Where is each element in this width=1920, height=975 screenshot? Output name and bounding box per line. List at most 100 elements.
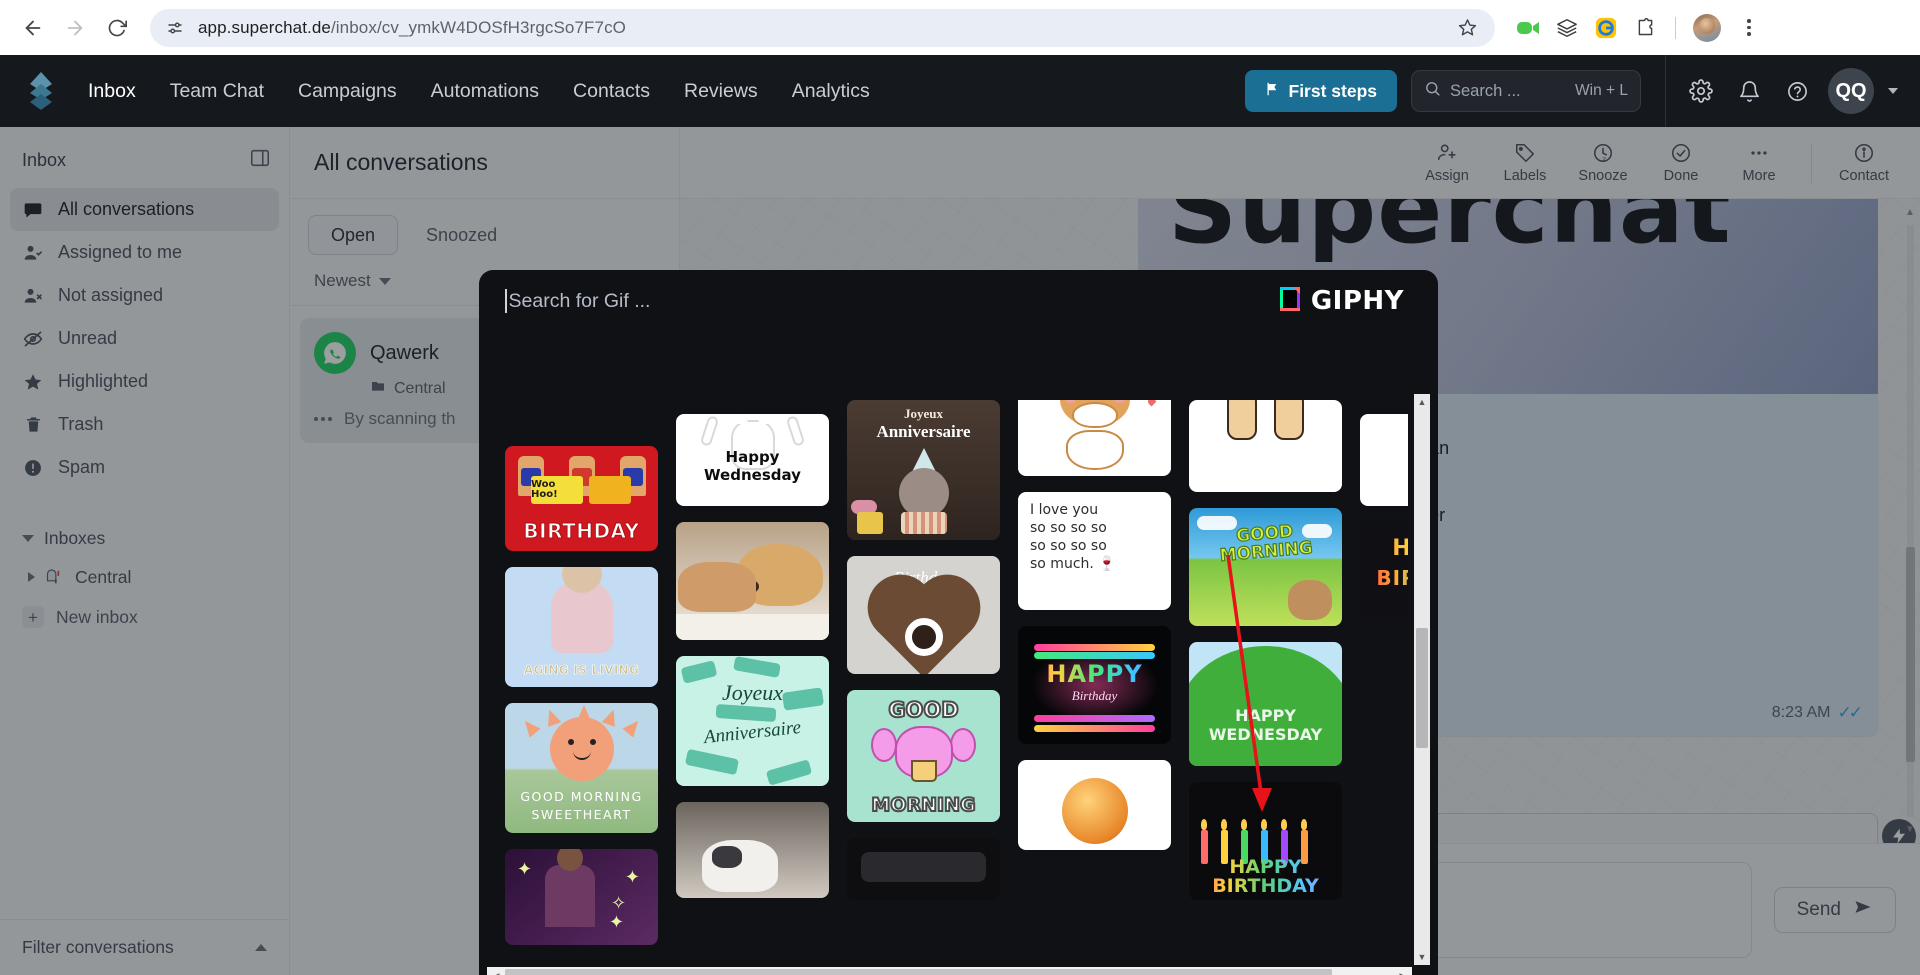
nav-campaigns[interactable]: Campaigns — [298, 80, 397, 103]
scrollbar-track — [505, 969, 1394, 975]
user-avatar[interactable]: QQ — [1828, 68, 1874, 114]
first-steps-button[interactable]: First steps — [1244, 70, 1397, 112]
gif-item[interactable] — [1018, 760, 1171, 850]
gif-caption: HAPPY WEDNESDAY — [1208, 706, 1323, 744]
first-steps-label: First steps — [1288, 80, 1378, 101]
gif-caption: BIRTHDAY — [523, 519, 640, 544]
gif-caption: GOOD MORNING SWEETHEART — [520, 788, 643, 823]
gif-grid: Woo Hoo! BIRTHDAY AGING IS LIVING GOOD M… — [505, 400, 1408, 975]
text-cursor — [505, 289, 507, 313]
gif-column-5: GOOD MORNING HAPPY WEDNESDAY HAPPY BIRTH… — [1189, 400, 1342, 975]
gif-caption: Joyeux — [904, 406, 943, 421]
gif-item[interactable]: GOOD MORNING — [1189, 508, 1342, 626]
gif-caption: GOOD — [887, 697, 959, 723]
gif-item[interactable]: Joyeux Anniversaire — [847, 400, 1000, 540]
gif-search-input[interactable]: Search for Gif ... — [505, 289, 1279, 313]
nav-analytics[interactable]: Analytics — [792, 80, 870, 103]
forward-arrow-icon[interactable] — [56, 9, 94, 47]
browser-profile-avatar[interactable] — [1693, 13, 1721, 42]
gif-search-placeholder: Search for Gif ... — [508, 289, 651, 312]
gif-item[interactable]: GOOD MORNING SWEETHEART — [505, 703, 658, 833]
gif-item[interactable]: HAPPYBIRTHDAY — [1189, 782, 1342, 900]
gif-horizontal-scrollbar[interactable]: ◀ ▶ — [487, 967, 1412, 975]
app-body: Inbox All conversations Assigned to me N… — [0, 127, 1920, 975]
header-actions: First steps Search ... Win + L QQ — [1244, 55, 1898, 127]
main-navigation: Inbox Team Chat Campaigns Automations Co… — [88, 80, 870, 103]
help-circle-icon[interactable] — [1780, 74, 1814, 108]
kebab-menu-icon[interactable] — [1734, 13, 1764, 43]
nav-contacts[interactable]: Contacts — [573, 80, 650, 103]
gif-item[interactable]: Happy Wednesday — [676, 414, 829, 506]
gif-item[interactable] — [1018, 400, 1171, 476]
back-arrow-icon[interactable] — [14, 9, 52, 47]
gif-caption: Happy Wednesday — [704, 448, 801, 484]
gif-caption: MORNING — [870, 793, 976, 817]
scroll-up-arrow[interactable]: ▲ — [1418, 394, 1427, 410]
gif-item[interactable]: HAPPY WEDNESDAY — [1189, 642, 1342, 766]
star-icon[interactable] — [1453, 14, 1481, 42]
scroll-left-arrow[interactable]: ◀ — [487, 971, 505, 975]
gif-column-4: I love you so so so so so so so so so much.… — [1018, 400, 1171, 975]
gif-item[interactable]: GOOD MORNING — [847, 690, 1000, 822]
gif-caption: Anniversaire — [876, 422, 971, 441]
gif-caption: Joyeux — [721, 680, 784, 705]
header-search-shortcut: Win + L — [1575, 82, 1628, 99]
address-bar-url: app.superchat.de/inbox/cv_ymkW4DOSfH3rgc… — [198, 17, 627, 37]
gear-icon[interactable] — [1684, 74, 1718, 108]
site-settings-icon[interactable] — [164, 17, 186, 39]
scroll-right-arrow[interactable]: ▶ — [1394, 971, 1412, 975]
header-search[interactable]: Search ... Win + L — [1411, 70, 1641, 112]
scrollbar-track — [1414, 410, 1430, 949]
giphy-brand: GIPHY — [1279, 286, 1404, 317]
gif-item[interactable]: Joyeux Anniversaire — [676, 656, 829, 786]
gif-item[interactable]: I love you so so so so so so so so so much.… — [1018, 492, 1171, 610]
gif-item[interactable]: HAPPY Birthday — [1018, 626, 1171, 744]
gif-item[interactable] — [1360, 414, 1408, 506]
gif-caption: HAPPY BIRTHDAY — [1189, 858, 1342, 896]
gif-item[interactable]: HAPPYBIRTHDAY — [1360, 522, 1408, 618]
grammarly-extension-icon[interactable] — [1593, 15, 1619, 41]
giphy-page-icon — [1279, 286, 1301, 317]
gif-item[interactable]: AGING IS LIVING — [505, 567, 658, 687]
gif-item[interactable]: Woo Hoo! BIRTHDAY — [505, 446, 658, 551]
gif-item[interactable]: ✦ ✦ ✦ ✧ — [505, 849, 658, 945]
nav-inbox[interactable]: Inbox — [88, 80, 136, 103]
nav-automations[interactable]: Automations — [431, 80, 539, 103]
gif-caption: HAPPY — [1018, 660, 1171, 688]
scrollbar-thumb[interactable] — [505, 969, 1332, 975]
reload-icon[interactable] — [98, 9, 136, 47]
header-divider — [1665, 55, 1666, 127]
giphy-wordmark: GIPHY — [1310, 286, 1404, 316]
app-header: Inbox Team Chat Campaigns Automations Co… — [0, 55, 1920, 127]
nav-reviews[interactable]: Reviews — [684, 80, 758, 103]
gif-item[interactable] — [847, 838, 1000, 900]
layers-extension-icon[interactable] — [1554, 15, 1580, 41]
gif-item[interactable] — [676, 522, 829, 640]
gif-results-area: Woo Hoo! BIRTHDAY AGING IS LIVING GOOD M… — [479, 332, 1438, 975]
toolbar-divider — [1675, 16, 1676, 39]
gif-item[interactable] — [1189, 400, 1342, 492]
browser-toolbar: app.superchat.de/inbox/cv_ymkW4DOSfH3rgc… — [0, 0, 1920, 55]
flag-icon — [1265, 81, 1280, 102]
scroll-down-arrow[interactable]: ▼ — [1418, 949, 1427, 965]
browser-extensions — [1507, 13, 1764, 43]
gif-caption: AGING IS LIVING — [523, 663, 640, 678]
video-record-extension-icon[interactable] — [1515, 15, 1541, 41]
gif-item[interactable]: Birthday — [847, 556, 1000, 674]
gif-column-6: HAPPYBIRTHDAY — [1360, 414, 1408, 975]
extensions-puzzle-icon[interactable] — [1632, 15, 1658, 41]
giphy-picker-modal: Search for Gif ... GIPHY Woo Hoo! BIRTHD… — [479, 270, 1438, 975]
gif-caption: Birthday — [1071, 688, 1118, 703]
gif-vertical-scrollbar[interactable]: ▲ ▼ — [1414, 394, 1430, 965]
giphy-header: Search for Gif ... GIPHY — [479, 270, 1438, 332]
header-search-placeholder: Search ... — [1450, 81, 1521, 100]
scrollbar-thumb[interactable] — [1416, 628, 1428, 748]
bell-icon[interactable] — [1732, 74, 1766, 108]
gif-caption-sub: Woo Hoo! — [531, 476, 583, 504]
gif-item[interactable] — [676, 802, 829, 898]
search-icon — [1424, 80, 1441, 102]
superchat-logo[interactable] — [18, 68, 64, 114]
address-bar[interactable]: app.superchat.de/inbox/cv_ymkW4DOSfH3rgc… — [150, 8, 1495, 47]
chevron-down-icon[interactable] — [1888, 88, 1898, 94]
nav-team-chat[interactable]: Team Chat — [170, 80, 264, 103]
